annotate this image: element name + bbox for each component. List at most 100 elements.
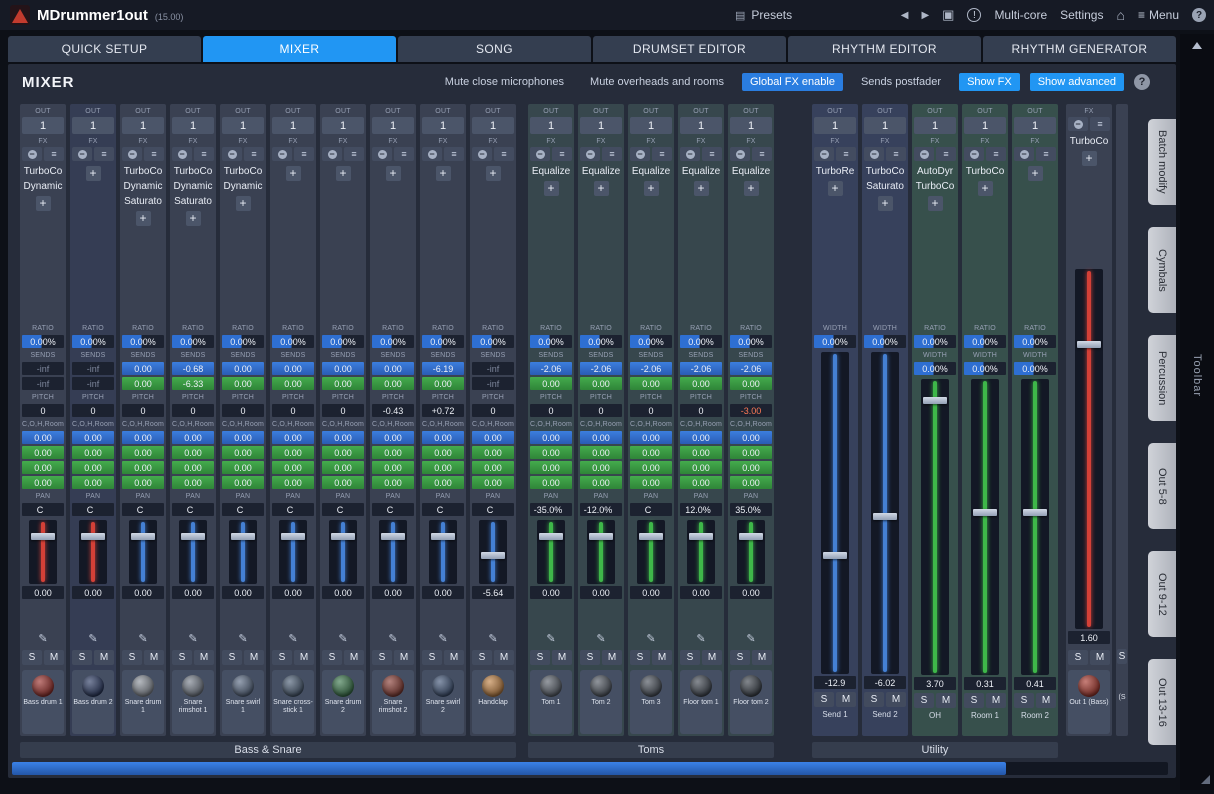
fx-menu-button[interactable]: ≡ <box>602 147 622 161</box>
fx-bypass-button[interactable]: − <box>1014 147 1034 161</box>
mic-level-value[interactable]: 0.00 <box>272 446 314 459</box>
header-button-mute-overheads-and-rooms[interactable]: Mute overheads and rooms <box>582 73 732 91</box>
fx-bypass-button[interactable]: − <box>864 147 884 161</box>
fx-slot[interactable]: Saturato <box>122 195 164 208</box>
ratio-value[interactable]: 0.00% <box>222 335 264 348</box>
fx-menu-button[interactable]: ≡ <box>552 147 572 161</box>
drum-pad[interactable]: Tom 2 <box>580 670 622 734</box>
tab-quick-setup[interactable]: QUICK SETUP <box>8 36 201 62</box>
fx-bypass-button[interactable]: − <box>680 147 700 161</box>
pitch-value[interactable]: 0 <box>222 404 264 417</box>
fx-bypass-button[interactable]: − <box>630 147 650 161</box>
mic-level-value[interactable]: 0.00 <box>172 446 214 459</box>
fx-bypass-button[interactable]: − <box>172 147 192 161</box>
pan-value[interactable]: 12.0% <box>680 503 722 516</box>
mic-level-value[interactable]: 0.00 <box>472 461 514 474</box>
edit-button[interactable]: ✎ <box>730 632 772 647</box>
mic-level-value[interactable]: 0.00 <box>122 461 164 474</box>
add-fx-button[interactable]: + <box>486 166 501 181</box>
ratio-value[interactable]: 0.00% <box>272 335 314 348</box>
next-preset-button[interactable]: ▶ <box>921 10 929 21</box>
fx-menu-button[interactable]: ≡ <box>44 147 64 161</box>
fader-thumb[interactable] <box>131 533 155 540</box>
out-select[interactable]: 1 <box>172 117 214 134</box>
horizontal-scrollbar-thumb[interactable] <box>12 762 1006 775</box>
fader-thumb[interactable] <box>539 533 563 540</box>
mute-button[interactable]: M <box>144 650 164 665</box>
mute-button[interactable]: M <box>752 650 772 665</box>
horizontal-scrollbar[interactable] <box>12 762 1168 775</box>
solo-button[interactable]: S <box>222 650 242 665</box>
ratio-value[interactable]: 0.00% <box>630 335 672 348</box>
solo-button[interactable]: S <box>422 650 442 665</box>
settings-button[interactable]: Settings <box>1060 8 1103 22</box>
volume-fader[interactable] <box>429 520 457 584</box>
send-level-value[interactable]: -inf <box>72 362 114 375</box>
mic-level-value[interactable]: 0.00 <box>172 431 214 444</box>
send-level-value[interactable]: 0.00 <box>680 377 722 390</box>
pan-value[interactable]: 35.0% <box>730 503 772 516</box>
send-level-value[interactable]: 0.00 <box>630 377 672 390</box>
volume-fader[interactable] <box>737 520 765 584</box>
mic-level-value[interactable]: 0.00 <box>580 446 622 459</box>
pitch-value[interactable]: 0 <box>580 404 622 417</box>
out-select[interactable]: 1 <box>122 117 164 134</box>
group-label-bass-snare[interactable]: Bass & Snare <box>20 742 516 758</box>
mute-button[interactable]: M <box>652 650 672 665</box>
fx-menu-button[interactable]: ≡ <box>244 147 264 161</box>
fader-thumb[interactable] <box>923 397 947 404</box>
fader-value[interactable]: 0.00 <box>422 586 464 599</box>
edit-button[interactable]: ✎ <box>272 632 314 647</box>
out-select[interactable]: 1 <box>72 117 114 134</box>
ratio-value[interactable]: 0.00% <box>580 335 622 348</box>
pan-value[interactable]: C <box>372 503 414 516</box>
mic-level-value[interactable]: 0.00 <box>172 476 214 489</box>
mic-level-value[interactable]: 0.00 <box>630 476 672 489</box>
fx-slot[interactable]: TurboCo <box>172 165 214 178</box>
add-fx-button[interactable]: + <box>436 166 451 181</box>
send-level-value[interactable]: 0.00 <box>322 362 364 375</box>
mic-level-value[interactable]: 0.00 <box>372 476 414 489</box>
out-select[interactable]: 1 <box>322 117 364 134</box>
send-level-value[interactable]: 0.00 <box>222 362 264 375</box>
mic-level-value[interactable]: 0.00 <box>272 461 314 474</box>
width-value[interactable]: 0.00% <box>814 335 856 348</box>
side-tab-cymbals[interactable]: Cymbals <box>1148 227 1176 313</box>
mic-level-value[interactable]: 0.00 <box>680 461 722 474</box>
solo-button[interactable]: S <box>680 650 700 665</box>
mic-level-value[interactable]: 0.00 <box>730 476 772 489</box>
fx-menu-button[interactable]: ≡ <box>652 147 672 161</box>
fx-slot[interactable]: Saturato <box>864 180 906 193</box>
mic-level-value[interactable]: 0.00 <box>322 461 364 474</box>
fader-value[interactable]: 3.70 <box>914 677 956 690</box>
fx-bypass-button[interactable]: − <box>472 147 492 161</box>
send-level-value[interactable]: 0.00 <box>422 377 464 390</box>
mic-level-value[interactable]: 0.00 <box>222 446 264 459</box>
edit-button[interactable]: ✎ <box>322 632 364 647</box>
fader-thumb[interactable] <box>823 552 847 559</box>
send-level-value[interactable]: 0.00 <box>272 377 314 390</box>
mute-button[interactable]: M <box>936 693 956 708</box>
pitch-value[interactable]: 0 <box>630 404 672 417</box>
volume-fader[interactable] <box>329 520 357 584</box>
fx-slot[interactable]: TurboCo <box>122 165 164 178</box>
scroll-up-arrow-icon[interactable] <box>1192 42 1202 49</box>
pan-value[interactable]: C <box>72 503 114 516</box>
fader-value[interactable]: 0.00 <box>730 586 772 599</box>
mute-button[interactable]: M <box>244 650 264 665</box>
out-select[interactable]: 1 <box>530 117 572 134</box>
fader-value[interactable]: 0.00 <box>222 586 264 599</box>
fx-slot[interactable]: TurboCo <box>914 180 956 193</box>
fader-thumb[interactable] <box>1023 509 1047 516</box>
volume-fader[interactable] <box>587 520 615 584</box>
edit-button[interactable]: ✎ <box>580 632 622 647</box>
drum-pad[interactable]: Snare rimshot 2 <box>372 670 414 734</box>
mic-level-value[interactable]: 0.00 <box>72 461 114 474</box>
mic-level-value[interactable]: 0.00 <box>580 461 622 474</box>
fader-value[interactable]: 0.00 <box>172 586 214 599</box>
mic-level-value[interactable]: 0.00 <box>422 476 464 489</box>
mute-button[interactable]: M <box>494 650 514 665</box>
fx-slot[interactable]: Dynamic <box>122 180 164 193</box>
drum-pad[interactable]: Floor tom 2 <box>730 670 772 734</box>
send-level-value[interactable]: -2.06 <box>680 362 722 375</box>
